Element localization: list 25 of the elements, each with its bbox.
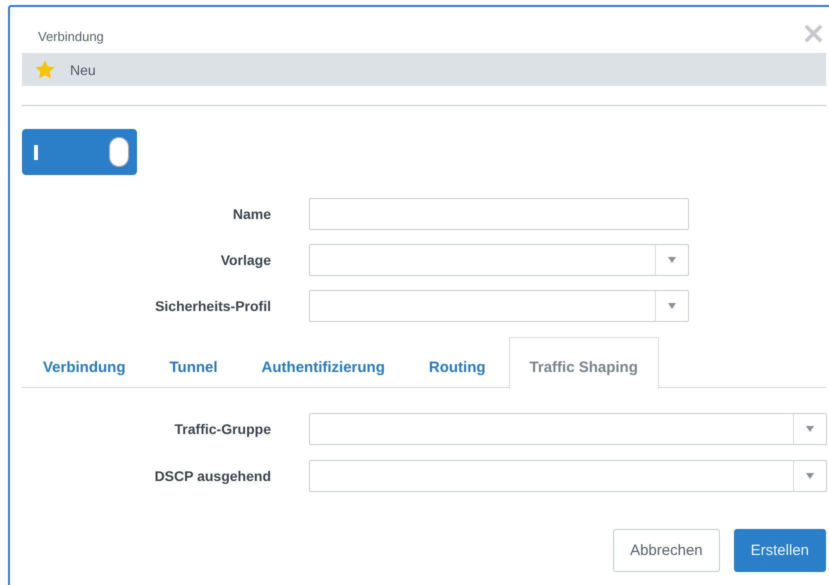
toggle-switch[interactable] bbox=[22, 129, 137, 175]
dropdown-field[interactable] bbox=[309, 413, 827, 445]
dropdown-field[interactable] bbox=[309, 460, 827, 492]
create-button[interactable]: Erstellen bbox=[734, 529, 826, 572]
field-label: Traffic-Gruppe bbox=[174, 421, 271, 437]
dropdown-field[interactable] bbox=[309, 244, 689, 276]
tab[interactable]: Routing bbox=[408, 337, 507, 388]
field-label: DSCP ausgehend bbox=[154, 468, 271, 484]
header-label: Neu bbox=[70, 62, 96, 78]
tab[interactable]: Tunnel bbox=[148, 337, 239, 388]
caret-icon bbox=[806, 426, 814, 432]
field-label: Vorlage bbox=[220, 252, 271, 268]
star-icon bbox=[34, 58, 56, 80]
caret-icon bbox=[668, 257, 676, 263]
dialog-title: Verbindung bbox=[38, 28, 104, 44]
field-label: Sicherheits-Profil bbox=[154, 298, 271, 314]
caret-icon bbox=[668, 303, 676, 309]
tab[interactable]: Authentifizierung bbox=[240, 337, 406, 388]
tab[interactable]: Traffic Shaping bbox=[508, 337, 659, 389]
dropdown-field[interactable] bbox=[309, 290, 689, 322]
caret-icon bbox=[806, 473, 814, 479]
input-field[interactable] bbox=[309, 198, 689, 230]
cancel-button[interactable]: Abbrechen bbox=[613, 529, 720, 572]
field-label: Name bbox=[232, 206, 271, 222]
tab[interactable]: Verbindung bbox=[22, 337, 146, 388]
